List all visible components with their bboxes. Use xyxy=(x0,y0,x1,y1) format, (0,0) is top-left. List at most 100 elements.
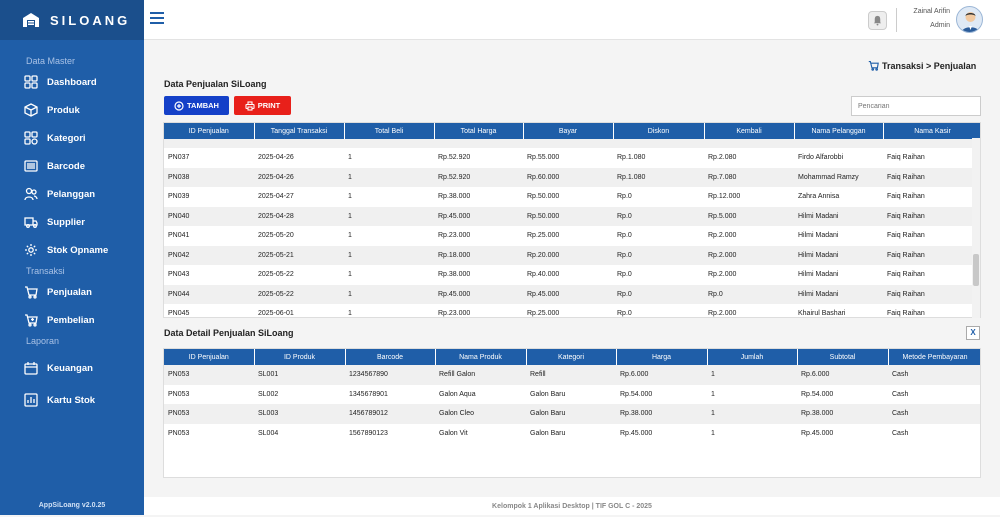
table-row[interactable]: PN039 2025-04-27 1 Rp.38.000 Rp.50.000 Rp.0 Rp… xyxy=(164,187,980,207)
section-laporan: Laporan xyxy=(26,336,60,346)
table-cell: Refill xyxy=(526,365,616,385)
column-header[interactable]: Barcode xyxy=(345,349,436,365)
column-header[interactable]: Diskon xyxy=(613,123,705,139)
column-header[interactable]: Tanggal Transaksi xyxy=(254,123,345,139)
sidebar-item-kategori[interactable]: Kategori xyxy=(0,124,144,152)
sidebar-item-barcode[interactable]: Barcode xyxy=(0,152,144,180)
sidebar-item-keuangan[interactable]: Keuangan xyxy=(0,354,144,382)
sidebar-item-stok-opname[interactable]: Stok Opname xyxy=(0,236,144,264)
table-cell: Rp.45.000 xyxy=(797,423,888,443)
column-header[interactable]: ID Produk xyxy=(254,349,346,365)
table-cell: Cash xyxy=(888,404,980,424)
table-row[interactable]: PN040 2025-04-28 1 Rp.45.000 Rp.50.000 Rp.0 Rp… xyxy=(164,206,980,226)
table-row[interactable]: PN053 SL004 1567890123 Galon Vit Galon Baru R… xyxy=(164,423,980,443)
table-cell: Rp.23.000 xyxy=(434,304,523,317)
table-cell: Refill Galon xyxy=(435,365,526,385)
sidebar-item-produk[interactable]: Produk xyxy=(0,96,144,124)
table-cell: Rp.60.000 xyxy=(523,167,613,187)
scrollbar[interactable] xyxy=(972,138,980,318)
print-button[interactable]: PRINT xyxy=(234,96,291,115)
sidebar-item-supplier[interactable]: Supplier xyxy=(0,208,144,236)
app-version: AppSiLoang v2.0.25 xyxy=(38,502,106,509)
column-header[interactable]: ID Penjualan xyxy=(164,123,255,139)
sidebar-item-label: Stok Opname xyxy=(47,244,109,256)
sidebar-item-dashboard[interactable]: Dashboard xyxy=(0,68,144,96)
hamburger-menu-icon[interactable] xyxy=(150,12,164,24)
table-cell: Rp.50.000 xyxy=(523,187,613,207)
table-cell: 2025-05-22 xyxy=(254,284,344,304)
table-cell xyxy=(164,139,254,148)
table-cell: 2025-05-22 xyxy=(254,265,344,285)
table-cell: Rp.0 xyxy=(613,304,704,317)
scrollbar-thumb[interactable] xyxy=(973,254,979,286)
table-cell: Rp.45.000 xyxy=(523,284,613,304)
users-icon xyxy=(24,187,38,201)
column-header[interactable]: Nama Pelanggan xyxy=(794,123,884,139)
column-header[interactable]: Subtotal xyxy=(797,349,889,365)
table-cell: PN053 xyxy=(164,423,254,443)
column-header[interactable]: Nama Kasir xyxy=(883,123,980,139)
sidebar-item-kartu-stok[interactable]: Kartu Stok xyxy=(0,386,144,414)
gear-icon xyxy=(25,244,37,256)
dashboard-icon xyxy=(24,75,38,89)
table-cell xyxy=(883,139,980,148)
table-row[interactable]: PN053 SL003 1456789012 Galon Cleo Galon Baru… xyxy=(164,404,980,424)
table-row[interactable]: PN041 2025-05-20 1 Rp.23.000 Rp.25.000 Rp.0 Rp… xyxy=(164,226,980,246)
bell-icon[interactable] xyxy=(868,11,887,30)
avatar[interactable] xyxy=(956,6,983,33)
table-cell xyxy=(344,139,434,148)
chart-icon xyxy=(24,393,38,407)
table-row[interactable] xyxy=(164,139,980,148)
table-cell: Rp.38.000 xyxy=(434,265,523,285)
table-cell: Cash xyxy=(888,365,980,385)
plus-circle-icon xyxy=(174,100,184,111)
search-input[interactable] xyxy=(851,96,981,116)
column-header[interactable]: Kategori xyxy=(526,349,617,365)
column-header[interactable]: ID Penjualan xyxy=(164,349,255,365)
table-row[interactable]: PN053 SL002 1345678901 Galon Aqua Galon Baru… xyxy=(164,384,980,404)
table-row[interactable]: PN042 2025-05-21 1 Rp.18.000 Rp.20.000 Rp.0 Rp… xyxy=(164,245,980,265)
table-row[interactable]: PN037 2025-04-26 1 Rp.52.920 Rp.55.000 Rp.1.0… xyxy=(164,148,980,168)
cart-icon xyxy=(25,286,38,299)
table-cell: Rp.50.000 xyxy=(523,206,613,226)
column-header[interactable]: Kembali xyxy=(704,123,795,139)
sidebar-item-pembelian[interactable]: Pembelian xyxy=(0,306,144,334)
category-icon xyxy=(24,131,38,145)
table-cell: Rp.2.000 xyxy=(704,265,794,285)
table-cell: Rp.0 xyxy=(613,265,704,285)
column-header[interactable]: Jumlah xyxy=(707,349,798,365)
column-header[interactable]: Bayar xyxy=(523,123,614,139)
column-header[interactable]: Nama Produk xyxy=(435,349,527,365)
table-cell: 1 xyxy=(344,187,434,207)
detail-table: ID Penjualan ID Produk Barcode Nama Produk K… xyxy=(163,348,981,478)
box-icon xyxy=(24,103,38,117)
table-row[interactable]: PN043 2025-05-22 1 Rp.38.000 Rp.40.000 Rp.0 Rp… xyxy=(164,265,980,285)
table-row[interactable]: PN053 SL001 1234567890 Refill Galon Refill Rp… xyxy=(164,365,980,385)
sidebar-item-penjualan[interactable]: Penjualan xyxy=(0,278,144,306)
table-row[interactable]: PN044 2025-05-22 1 Rp.45.000 Rp.45.000 Rp.0 Rp… xyxy=(164,284,980,304)
sidebar-item-pelanggan[interactable]: Pelanggan xyxy=(0,180,144,208)
table-row[interactable]: PN045 2025-06-01 1 Rp.23.000 Rp.25.000 Rp.0 Rp… xyxy=(164,304,980,317)
table-cell: PN037 xyxy=(164,148,254,168)
sidebar-item-label: Kartu Stok xyxy=(47,394,96,406)
column-header[interactable]: Harga xyxy=(616,349,708,365)
user-name: Zainal Arifin xyxy=(913,8,950,15)
table-cell: Rp.0 xyxy=(613,187,704,207)
sidebar-item-label: Pembelian xyxy=(47,314,95,326)
column-header[interactable]: Total Beli xyxy=(344,123,435,139)
close-button[interactable]: X xyxy=(966,326,980,340)
table-cell: Galon Baru xyxy=(526,384,616,404)
table-cell: 1 xyxy=(344,167,434,187)
table-cell: 1 xyxy=(707,423,797,443)
table-cell: 1 xyxy=(344,265,434,285)
add-button[interactable]: TAMBAH xyxy=(164,96,229,115)
table-row[interactable]: PN038 2025-04-26 1 Rp.52.920 Rp.60.000 Rp.1.0… xyxy=(164,167,980,187)
table-cell: Galon Baru xyxy=(526,404,616,424)
table-cell: 2025-05-20 xyxy=(254,226,344,246)
table-cell: Rp.20.000 xyxy=(523,245,613,265)
column-header[interactable]: Total Harga xyxy=(434,123,524,139)
table-cell: 1345678901 xyxy=(345,384,435,404)
table-cell: PN053 xyxy=(164,404,254,424)
table-cell: Faiq Raihan xyxy=(883,284,980,304)
column-header[interactable]: Metode Pembayaran xyxy=(888,349,980,365)
